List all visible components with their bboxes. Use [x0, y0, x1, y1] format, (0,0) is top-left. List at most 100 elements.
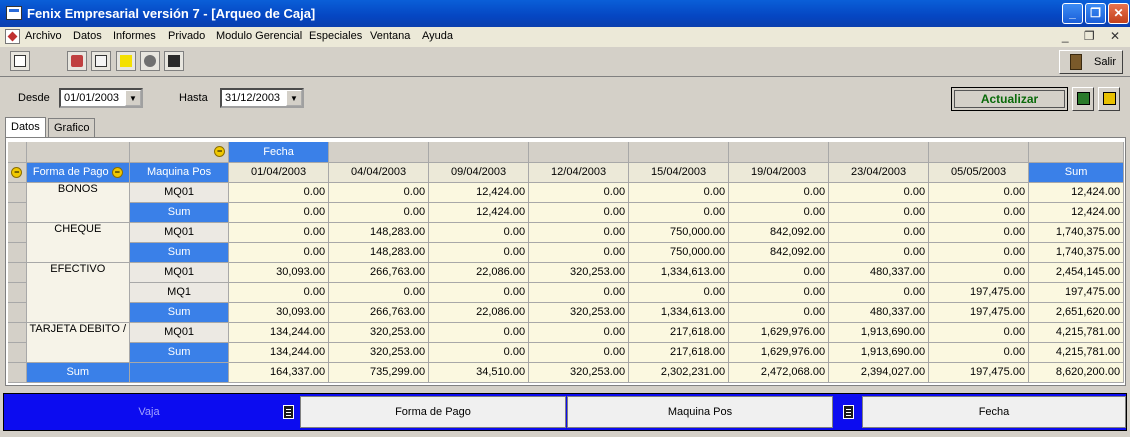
menu-bar: Archivo Datos Informes Privado Modulo Ge…	[0, 27, 1130, 47]
collapse-header: −	[129, 142, 230, 163]
value-cell: 0.00	[928, 222, 1030, 243]
tab-datos[interactable]: Datos	[5, 117, 46, 138]
field-panel: Vaja Forma de Pago Maquina Pos Fecha	[0, 390, 1130, 434]
chevron-down-icon[interactable]: ▼	[286, 90, 302, 106]
collapse-forma-icon[interactable]: −	[111, 166, 123, 178]
menu-privado[interactable]: Privado	[168, 30, 205, 42]
hasta-value: 31/12/2003	[225, 92, 281, 104]
value-cell: 2,651,620.00	[1028, 302, 1125, 323]
minimize-button[interactable]: _	[1062, 3, 1083, 24]
config-button[interactable]	[140, 51, 160, 71]
desde-value: 01/01/2003	[64, 92, 120, 104]
value-cell: 148,283.00	[328, 242, 430, 263]
printer-icon	[71, 55, 83, 67]
value-cell: 0.00	[828, 182, 930, 203]
group-label[interactable]: CHEQUE	[26, 222, 131, 263]
menu-modulo-gerencial[interactable]: Modulo Gerencial	[216, 30, 302, 42]
grand-total-row: Sum 164,337.00 735,299.00 34,510.00 320,253.…	[8, 362, 1125, 383]
group-label[interactable]: EFECTIVO	[26, 262, 131, 323]
list-icon[interactable]	[283, 405, 294, 419]
mdi-window-controls[interactable]: _ ❐ ✕	[1062, 29, 1126, 43]
close-button[interactable]: ✕	[1108, 3, 1129, 24]
actualizar-button[interactable]: Actualizar	[951, 87, 1068, 111]
field-forma-de-pago[interactable]: Forma de Pago	[300, 396, 566, 428]
menu-archivo[interactable]: Archivo	[25, 30, 62, 42]
grand-total-spacer	[129, 362, 230, 383]
salir-button[interactable]: Salir	[1059, 50, 1123, 74]
date-header: 12/04/2003	[528, 162, 630, 183]
value-cell: 1,740,375.00	[1028, 242, 1125, 263]
restore-button[interactable]: ❐	[1085, 3, 1106, 24]
calculator-button[interactable]	[164, 51, 184, 71]
app-icon	[6, 6, 22, 20]
new-document-button[interactable]	[10, 51, 30, 71]
value-cell: 0.00	[528, 322, 630, 343]
document-menu-icon[interactable]	[5, 29, 20, 44]
field-maquina-pos[interactable]: Maquina Pos	[567, 396, 833, 428]
table-row: EFECTIVO MQ01 30,093.00 266,763.00 22,086.00…	[8, 262, 1125, 323]
total-cell: 320,253.00	[528, 362, 630, 383]
row-field-maquina-pos[interactable]: Maquina Pos	[129, 162, 230, 183]
print-button[interactable]	[67, 51, 87, 71]
value-cell: 197,475.00	[928, 302, 1030, 323]
header-spacer	[628, 142, 730, 163]
value-cell: 0.00	[328, 202, 430, 223]
value-cell: 30,093.00	[228, 302, 330, 323]
row-field-forma-de-pago[interactable]: Forma de Pago −	[26, 162, 131, 183]
value-cell: 0.00	[328, 182, 430, 203]
subtotal-row: Sum 30,093.00 266,763.00 22,086.00 320,253.0…	[8, 302, 1125, 323]
subtotal-row: Sum 134,244.00 320,253.00 0.00 0.00 217,618.0…	[8, 342, 1125, 363]
value-cell: 1,629,976.00	[728, 342, 830, 363]
group-label[interactable]: TARJETA DEBITO /	[26, 322, 131, 363]
chevron-down-icon[interactable]: ▼	[125, 90, 141, 106]
field-fecha[interactable]: Fecha	[862, 396, 1126, 428]
value-cell: 1,334,613.00	[628, 262, 730, 283]
subtotal-label: Sum	[129, 342, 230, 363]
value-cell: 0.00	[528, 342, 630, 363]
monitor-button[interactable]	[1072, 87, 1094, 111]
total-cell: 735,299.00	[328, 362, 430, 383]
salir-label: Salir	[1094, 56, 1117, 68]
value-cell: 0.00	[728, 262, 830, 283]
value-cell: 0.00	[928, 322, 1030, 343]
value-cell: 0.00	[428, 282, 530, 303]
value-cell: 0.00	[928, 342, 1030, 363]
col-field-fecha[interactable]: Fecha	[228, 142, 330, 163]
value-cell: 0.00	[828, 282, 930, 303]
total-cell: 2,302,231.00	[628, 362, 730, 383]
hasta-date-picker[interactable]: 31/12/2003 ▼	[220, 88, 304, 108]
tab-grafico[interactable]: Grafico	[48, 118, 96, 137]
header-spacer	[428, 142, 530, 163]
menu-especiales[interactable]: Especiales	[309, 30, 362, 42]
value-cell: 0.00	[228, 222, 330, 243]
columns-icon[interactable]	[843, 405, 854, 419]
value-cell: 480,337.00	[828, 302, 930, 323]
copy-button[interactable]	[91, 51, 111, 71]
row-indicator: −	[8, 162, 27, 183]
menu-ventana[interactable]: Ventana	[370, 30, 410, 42]
row-indicator	[8, 182, 27, 203]
menu-informes[interactable]: Informes	[113, 30, 156, 42]
copy-icon	[95, 55, 107, 67]
value-cell: 0.00	[228, 182, 330, 203]
exit-button[interactable]	[1098, 87, 1120, 111]
run-button[interactable]	[116, 51, 136, 71]
value-cell: 0.00	[828, 242, 930, 263]
desde-date-picker[interactable]: 01/01/2003 ▼	[59, 88, 143, 108]
toolbar: Salir	[0, 47, 1130, 77]
row-indicator	[8, 342, 27, 363]
value-cell: 0.00	[728, 202, 830, 223]
value-cell: 217,618.00	[628, 342, 730, 363]
collapse-fecha-icon[interactable]: −	[214, 146, 226, 158]
value-cell: 197,475.00	[928, 282, 1030, 303]
value-cell: 0.00	[928, 182, 1030, 203]
title-bar: Fenix Empresarial versión 7 - [Arqueo de…	[0, 0, 1130, 27]
actualizar-label: Actualizar	[954, 90, 1065, 108]
total-cell: 2,394,027.00	[828, 362, 930, 383]
menu-ayuda[interactable]: Ayuda	[422, 30, 453, 42]
menu-datos[interactable]: Datos	[73, 30, 102, 42]
value-cell: 0.00	[228, 282, 330, 303]
group-label[interactable]: BONOS	[26, 182, 131, 223]
monitor-icon	[1077, 92, 1090, 105]
collapse-rows-icon[interactable]: −	[11, 166, 23, 178]
